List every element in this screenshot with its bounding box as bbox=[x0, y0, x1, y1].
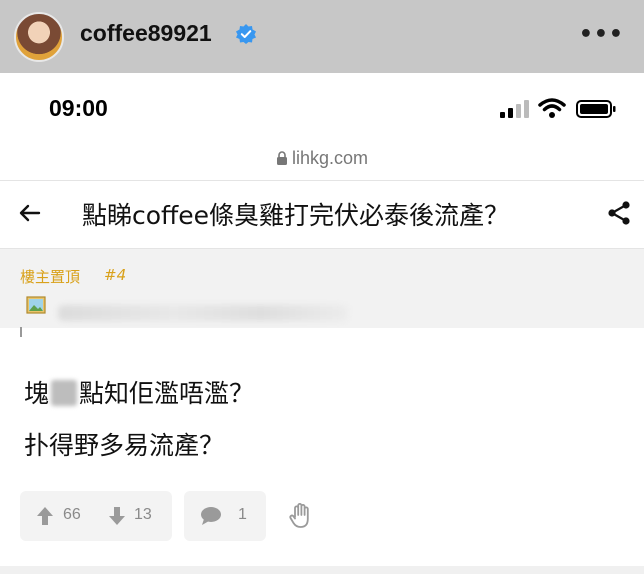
share-icon[interactable] bbox=[606, 200, 632, 226]
verified-badge-icon bbox=[236, 24, 256, 44]
post-line-2: 扑得野多易流產？ bbox=[24, 431, 225, 460]
upvote-arrow-icon[interactable] bbox=[36, 506, 54, 526]
url-text: lihkg.com bbox=[291, 148, 369, 168]
upvote-count: 66 bbox=[63, 506, 81, 523]
battery-icon bbox=[576, 100, 616, 118]
downvote-count: 13 bbox=[134, 506, 152, 523]
raised-hand-icon[interactable] bbox=[288, 502, 314, 530]
image-placeholder-icon[interactable] bbox=[26, 295, 46, 315]
status-time: 09:00 bbox=[49, 95, 108, 121]
divider-mark bbox=[20, 327, 22, 337]
address-bar[interactable]: lihkg.com bbox=[0, 148, 644, 169]
post-line-1: 塊點知佢濫唔濫？ bbox=[24, 374, 254, 410]
comment-button[interactable]: 1 bbox=[184, 491, 266, 541]
vote-box: 66 13 bbox=[20, 491, 172, 541]
post-text: 點知佢濫唔濫？ bbox=[79, 379, 255, 408]
wifi-icon bbox=[538, 98, 566, 118]
lock-icon bbox=[276, 151, 287, 165]
post-text: 塊 bbox=[24, 379, 50, 408]
downvote-arrow-icon[interactable] bbox=[108, 506, 126, 526]
op-pinned-label: 樓主置頂 bbox=[20, 268, 81, 286]
back-arrow-icon[interactable] bbox=[18, 201, 42, 225]
comment-bubble-icon bbox=[201, 507, 221, 525]
blurred-quote-text bbox=[58, 305, 348, 321]
more-options-button[interactable]: ••• bbox=[579, 22, 624, 47]
quoted-post[interactable]: 樓主置頂 #4 bbox=[0, 248, 644, 337]
comment-count: 1 bbox=[238, 506, 247, 523]
username[interactable]: coffee89921 bbox=[80, 20, 212, 47]
thread-title: 點睇coffee條臭雞打完伏必泰後流產？ bbox=[82, 201, 510, 230]
avatar[interactable] bbox=[14, 12, 64, 62]
instagram-header: coffee89921 ••• bbox=[0, 0, 644, 73]
floor-number[interactable]: #4 bbox=[104, 266, 126, 284]
thread-header: 點睇coffee條臭雞打完伏必泰後流產？ bbox=[0, 180, 644, 246]
section-divider bbox=[0, 566, 644, 574]
censored-block bbox=[51, 380, 78, 406]
cellular-signal-icon bbox=[500, 100, 529, 118]
